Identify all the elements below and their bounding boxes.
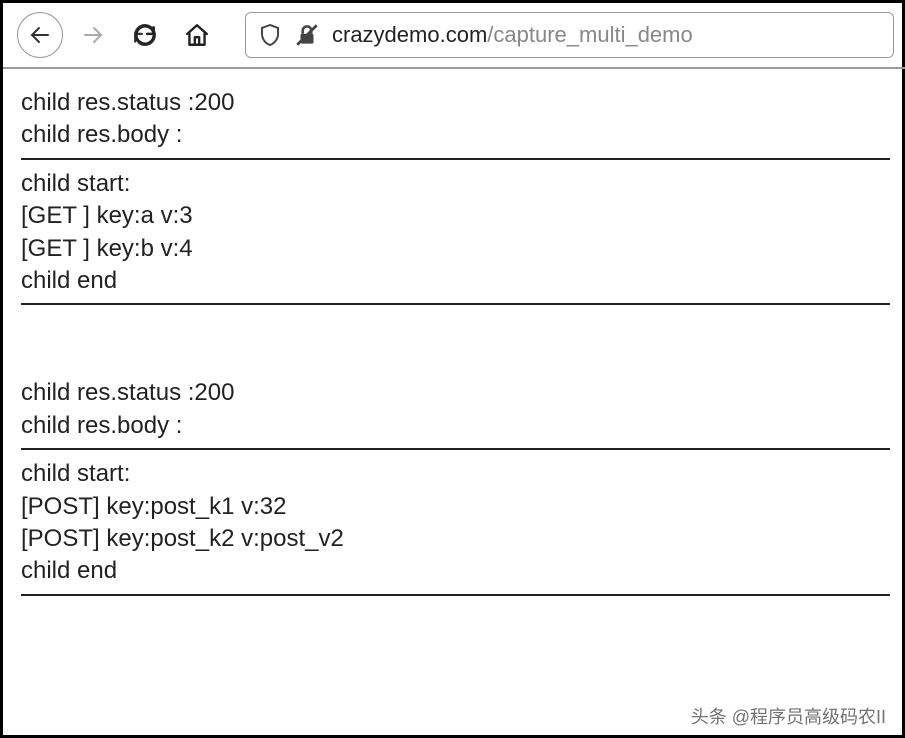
arrow-right-icon (81, 23, 105, 47)
response-block-2: child res.status :200 child res.body : (21, 377, 890, 442)
shield-icon[interactable] (258, 22, 282, 48)
text-line: child res.body : (21, 410, 890, 442)
reload-icon (132, 22, 158, 48)
divider (21, 158, 890, 160)
text-line: child res.status :200 (21, 87, 890, 119)
back-button[interactable] (17, 12, 63, 58)
home-icon (184, 22, 210, 48)
log-block-2: child start: [POST] key:post_k1 v:32 [PO… (21, 458, 890, 588)
text-line: child start: (21, 458, 890, 490)
browser-toolbar: crazydemo.com/capture_multi_demo (3, 3, 905, 69)
text-line: [GET ] key:b v:4 (21, 233, 890, 265)
spacer (21, 313, 890, 377)
home-button[interactable] (175, 13, 219, 57)
text-line: child res.body : (21, 119, 890, 151)
divider (21, 303, 890, 305)
watermark: 头条 @程序员高级码农II (691, 703, 886, 729)
address-bar[interactable]: crazydemo.com/capture_multi_demo (245, 12, 894, 58)
text-line: [POST] key:post_k1 v:32 (21, 491, 890, 523)
url-path: /capture_multi_demo (487, 22, 692, 47)
page-content: child res.status :200 child res.body : c… (3, 69, 905, 622)
arrow-left-icon (28, 23, 52, 47)
url-domain: crazydemo.com (332, 22, 487, 47)
divider (21, 448, 890, 450)
text-line: child res.status :200 (21, 377, 890, 409)
text-line: child end (21, 265, 890, 297)
reload-button-real[interactable] (123, 13, 167, 57)
text-line: child end (21, 555, 890, 587)
response-block-1: child res.status :200 child res.body : (21, 87, 890, 152)
lock-slash-icon[interactable] (294, 22, 320, 48)
text-line: child start: (21, 168, 890, 200)
forward-button[interactable] (71, 13, 115, 57)
text-line: [GET ] key:a v:3 (21, 200, 890, 232)
text-line: [POST] key:post_k2 v:post_v2 (21, 523, 890, 555)
log-block-1: child start: [GET ] key:a v:3 [GET ] key… (21, 168, 890, 298)
divider (21, 594, 890, 596)
url-display: crazydemo.com/capture_multi_demo (332, 22, 693, 48)
